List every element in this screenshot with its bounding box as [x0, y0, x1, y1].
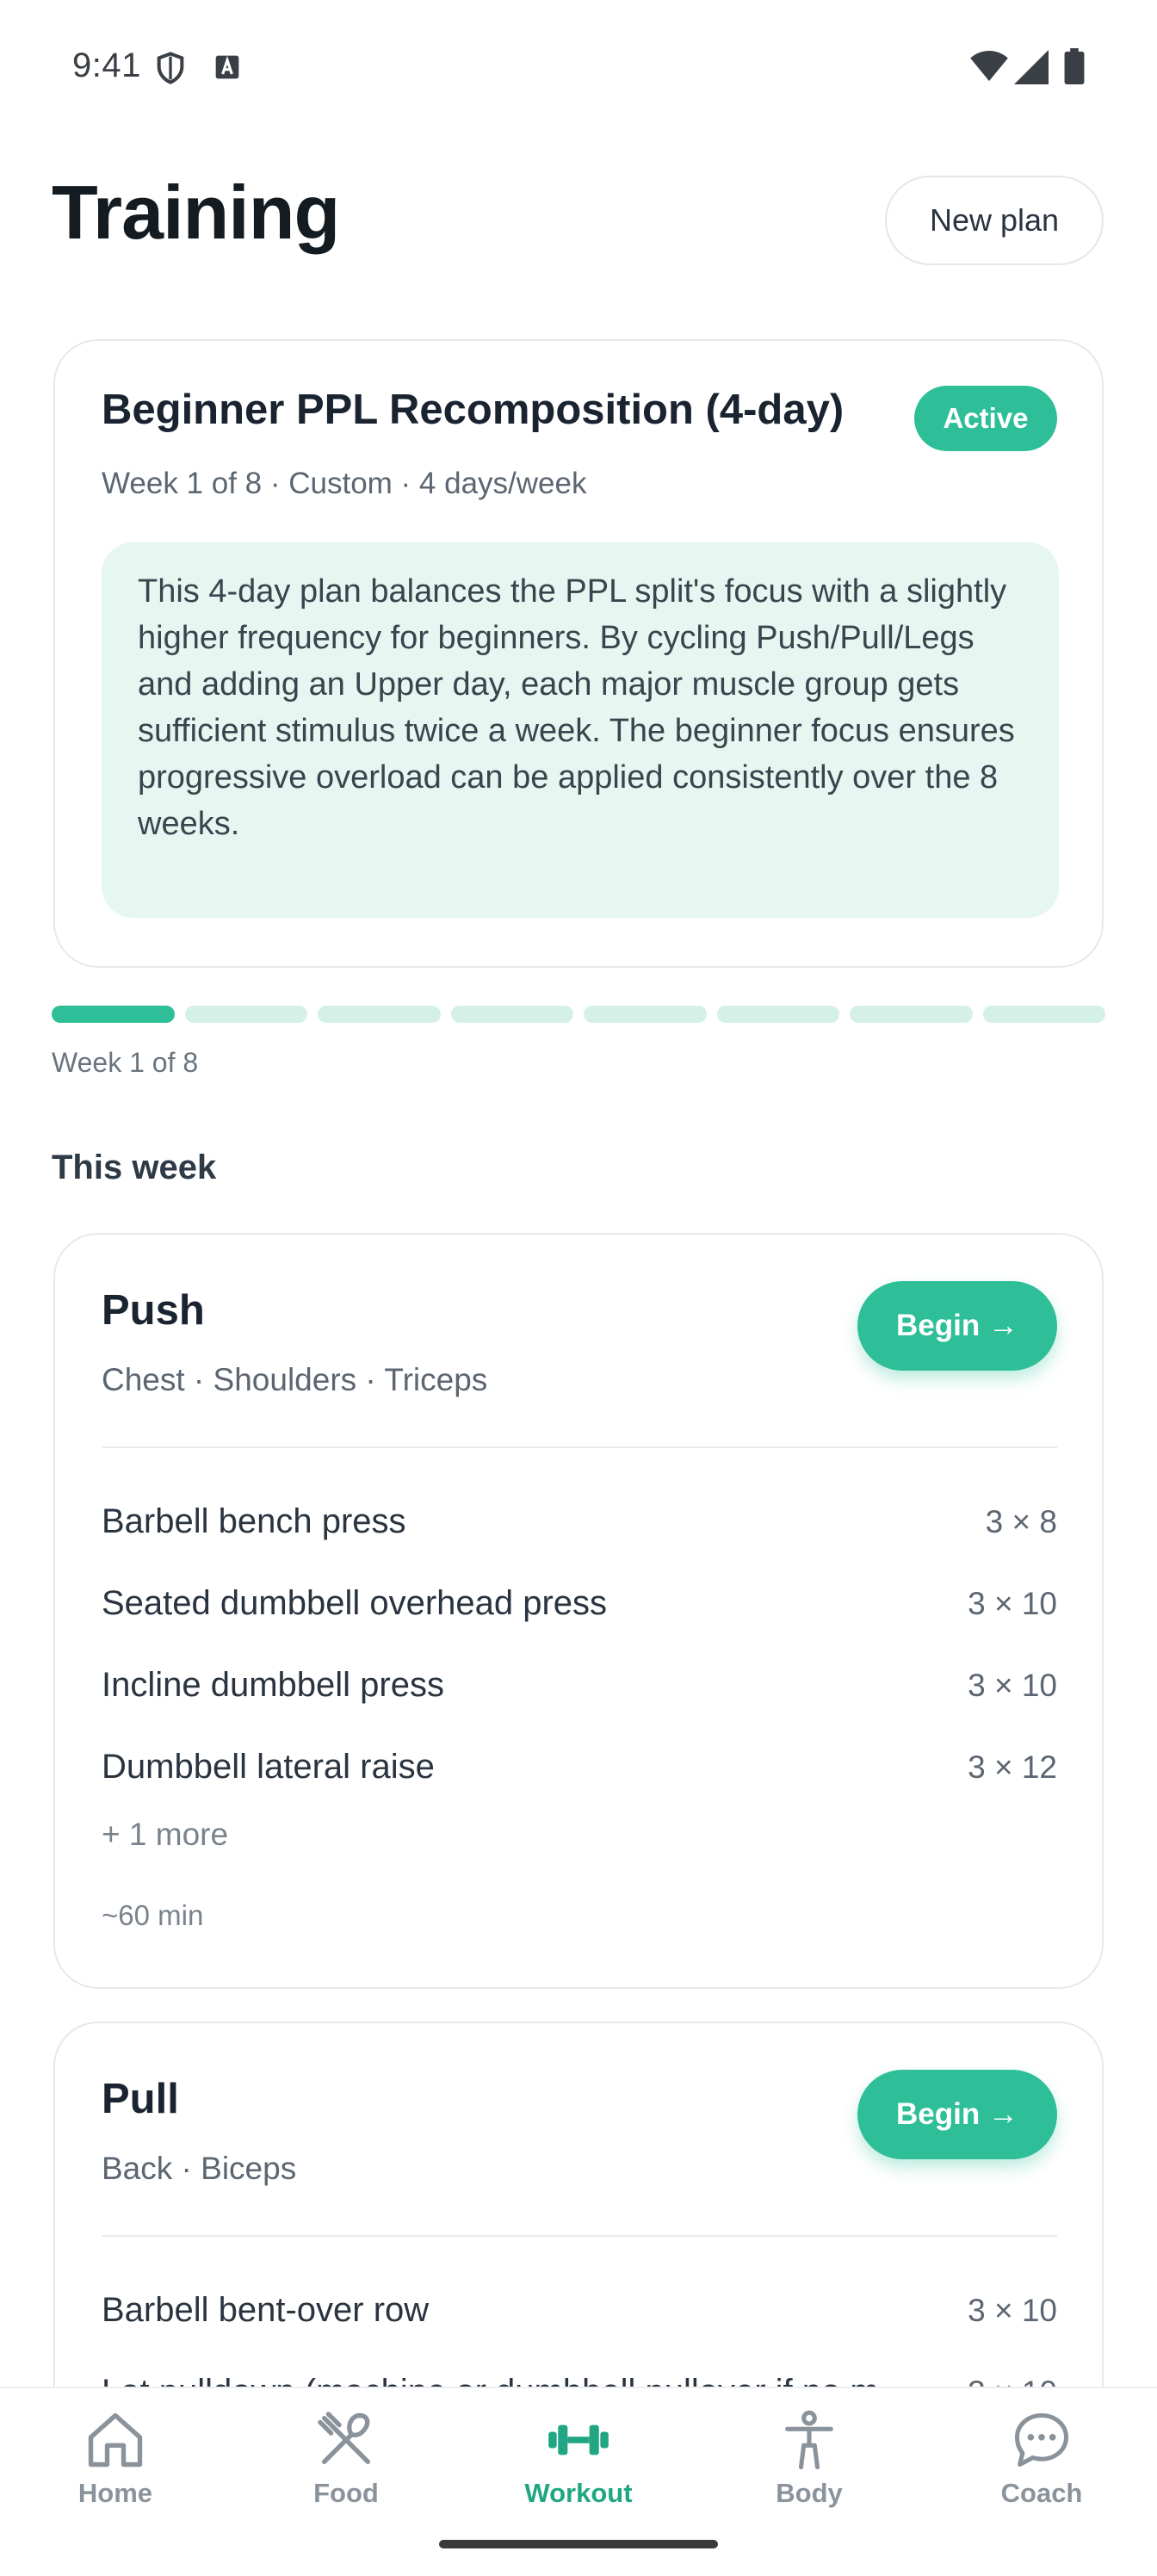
- week-segment: [982, 1006, 1105, 1023]
- a-badge-icon: [215, 55, 239, 79]
- exercise-name: Barbell bench press: [102, 1502, 406, 1540]
- home-icon: [88, 2412, 143, 2468]
- plan-description: This 4-day plan balances the PPL split's…: [102, 542, 1059, 918]
- exercise-row: Dumbbell lateral raise 3 × 12: [102, 1726, 1057, 1808]
- wifi-icon: [970, 50, 1008, 82]
- begin-pull-button[interactable]: Begin →: [857, 2070, 1057, 2159]
- nav-label: Home: [77, 2478, 153, 2508]
- day-muscles: Chest · Shoulders · Triceps: [102, 1362, 488, 1397]
- exercise-name: Incline dumbbell press: [102, 1666, 444, 1704]
- exercise-sets: 3 × 10: [968, 1585, 1057, 1621]
- day-name: Push: [102, 1287, 205, 1334]
- nav-label: Workout: [524, 2478, 633, 2508]
- week-segment: [318, 1006, 441, 1023]
- day-name: Pull: [102, 2076, 179, 2122]
- exercise-row: Seated dumbbell overhead press 3 × 10: [102, 1563, 1057, 1644]
- week-progress-label: Week 1 of 8: [52, 1047, 199, 1078]
- more-exercises-link[interactable]: + 1 more: [102, 1817, 228, 1853]
- exercise-name: Dumbbell lateral raise: [102, 1748, 435, 1786]
- exercise-row: Incline dumbbell press 3 × 10: [102, 1644, 1057, 1726]
- page-title: Training: [52, 170, 340, 255]
- nav-label: Body: [776, 2478, 843, 2508]
- nav-item-workout[interactable]: Workout: [492, 2388, 665, 2517]
- nav-label: Coach: [1000, 2478, 1083, 2508]
- day-muscles: Back · Biceps: [102, 2151, 297, 2186]
- plan-card[interactable]: Beginner PPL Recomposition (4-day) Activ…: [53, 339, 1104, 968]
- week-segment: [184, 1006, 307, 1023]
- home-indicator[interactable]: [439, 2540, 718, 2548]
- week-segment: [716, 1006, 839, 1023]
- week-segment: [850, 1006, 973, 1023]
- person-icon: [785, 2410, 833, 2470]
- day-card-push[interactable]: Push Chest · Shoulders · Triceps Begin →…: [53, 1233, 1104, 1989]
- exercise-list: Barbell bench press 3 × 8 Seated dumbbel…: [102, 1481, 1057, 1808]
- week-segment: [450, 1006, 573, 1023]
- exercise-name: Barbell bent-over row: [102, 2291, 430, 2329]
- week-segment: [584, 1006, 707, 1023]
- nav-label: Food: [313, 2478, 379, 2508]
- exercise-sets: 3 × 10: [968, 1667, 1057, 1703]
- divider: [102, 1446, 1057, 1448]
- exercise-row: Barbell bent-over row 3 × 10: [102, 2269, 1057, 2351]
- week-segment: [52, 1006, 175, 1023]
- status-badge: Active: [914, 386, 1057, 451]
- begin-push-button[interactable]: Begin →: [857, 1281, 1057, 1371]
- fork-knife-icon: [318, 2412, 371, 2465]
- status-time: 9:41: [72, 46, 141, 84]
- exercise-row: Barbell bench press 3 × 8: [102, 1481, 1057, 1563]
- divider: [102, 2235, 1057, 2237]
- exercise-name: Seated dumbbell overhead press: [102, 1584, 608, 1622]
- duration-label: ~60 min: [102, 1899, 204, 1931]
- exercise-sets: 3 × 8: [985, 1503, 1057, 1539]
- exercise-sets: 3 × 10: [968, 2292, 1057, 2328]
- chat-icon: [1014, 2412, 1069, 2468]
- nav-item-food[interactable]: Food: [260, 2388, 432, 2517]
- plan-meta: Week 1 of 8 · Custom · 4 days/week: [102, 467, 587, 500]
- section-title-this-week: This week: [52, 1149, 217, 1186]
- nav-item-home[interactable]: Home: [29, 2388, 201, 2517]
- signal-icon: [1014, 50, 1049, 84]
- status-bar: 9:41: [0, 0, 1157, 129]
- new-plan-button[interactable]: New plan: [885, 176, 1104, 265]
- plan-name: Beginner PPL Recomposition (4-day): [102, 387, 845, 433]
- exercise-sets: 3 × 12: [968, 1749, 1057, 1785]
- battery-icon: [1064, 48, 1085, 84]
- dumbbell-icon: [548, 2424, 609, 2455]
- shield-icon: [157, 52, 184, 84]
- nav-item-body[interactable]: Body: [723, 2388, 895, 2517]
- nav-item-coach[interactable]: Coach: [956, 2388, 1128, 2517]
- week-progress-bar: [52, 1006, 1105, 1025]
